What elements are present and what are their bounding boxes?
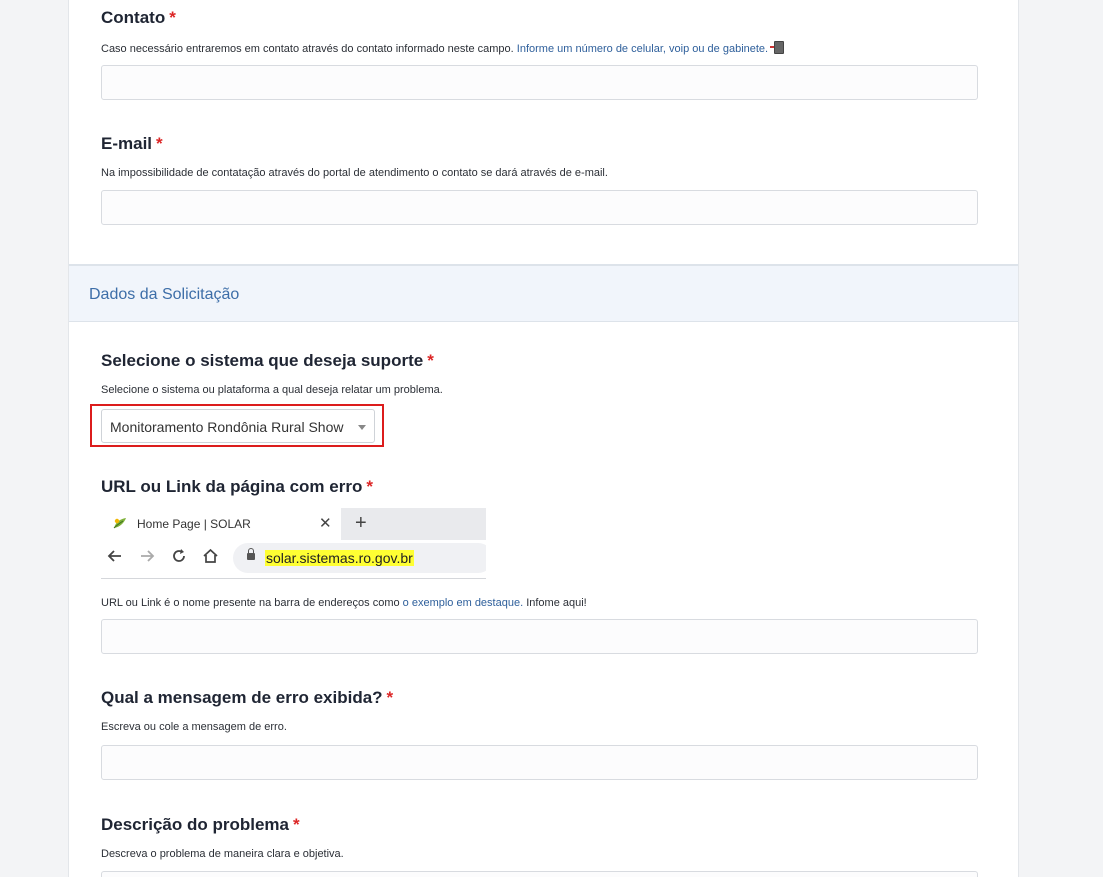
- reload-icon: [173, 549, 185, 562]
- browser-example-image: Home Page | SOLAR ✕ + solar.sistemas.ro.…: [101, 508, 486, 580]
- system-help: Selecione o sistema ou plataforma a qual…: [101, 384, 443, 396]
- url-label: URL ou Link da página com erro *: [101, 477, 373, 496]
- system-select[interactable]: Monitoramento Rondônia Rural Show: [101, 409, 375, 443]
- contact-help: Caso necessário entraremos em contato at…: [101, 41, 785, 55]
- browser-address-url: solar.sistemas.ro.gov.br: [265, 550, 414, 566]
- close-icon: ✕: [319, 515, 332, 532]
- email-help: Na impossibilidade de contatação através…: [101, 167, 608, 179]
- system-select-value: Monitoramento Rondônia Rural Show: [110, 419, 344, 435]
- browser-tab: Home Page | SOLAR ✕: [101, 508, 341, 540]
- home-icon: [203, 548, 218, 563]
- forward-arrow-icon: [141, 550, 155, 562]
- browser-tab-title: Home Page | SOLAR: [137, 517, 251, 531]
- description-label: Descrição do problema *: [101, 815, 300, 834]
- email-input[interactable]: [101, 190, 978, 225]
- system-label: Selecione o sistema que deseja suporte *: [101, 351, 434, 370]
- divider: [101, 578, 486, 579]
- back-arrow-icon: [107, 550, 121, 562]
- form-card: Contato * Caso necessário entraremos em c…: [68, 0, 1019, 877]
- url-help: URL ou Link é o nome presente na barra d…: [101, 597, 587, 609]
- leaf-favicon-icon: [113, 518, 126, 529]
- required-marker: *: [386, 688, 394, 707]
- required-marker: *: [169, 8, 176, 27]
- required-marker: *: [427, 351, 434, 370]
- url-help-link: o exemplo em destaque.: [402, 597, 524, 609]
- contact-input[interactable]: [101, 65, 978, 100]
- contact-label: Contato *: [101, 8, 176, 27]
- plus-icon: +: [355, 512, 367, 534]
- error-message-help: Escreva ou cole a mensagem de erro.: [101, 721, 287, 733]
- email-label: E-mail *: [101, 134, 163, 153]
- phone-icon: [770, 41, 785, 54]
- section-header: Dados da Solicitação: [69, 264, 1018, 322]
- description-help: Descreva o problema de maneira clara e o…: [101, 848, 344, 860]
- required-marker: *: [293, 815, 300, 834]
- section-title: Dados da Solicitação: [89, 286, 240, 303]
- description-textarea[interactable]: [101, 871, 978, 877]
- lock-icon: [247, 548, 255, 560]
- required-marker: *: [366, 477, 373, 496]
- error-message-label: Qual a mensagem de erro exibida? *: [101, 688, 394, 707]
- error-message-input[interactable]: [101, 745, 978, 780]
- url-input[interactable]: [101, 619, 978, 654]
- contact-help-link: Informe um número de celular, voip ou de…: [516, 43, 769, 55]
- caret-down-icon: [358, 425, 366, 430]
- required-marker: *: [156, 134, 163, 153]
